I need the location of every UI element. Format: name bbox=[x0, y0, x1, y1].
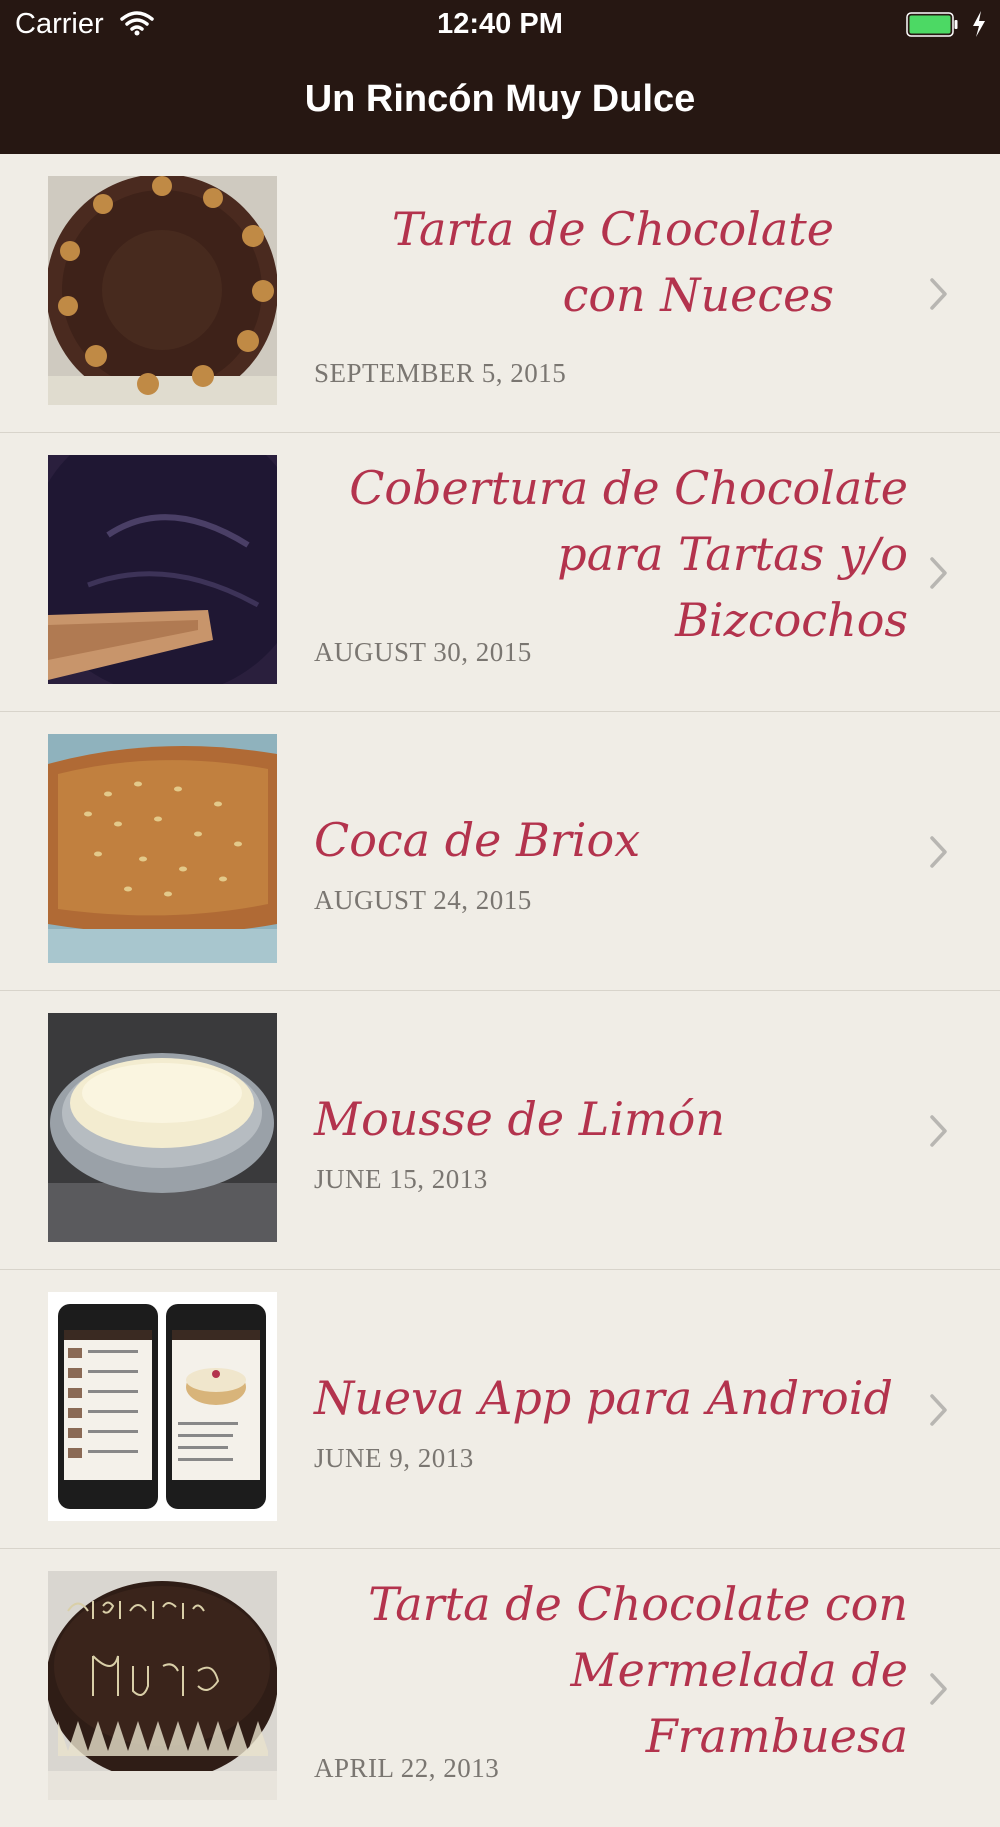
post-title: Tarta de Chocolate con Mermelada de Fram… bbox=[368, 1577, 908, 1763]
chevron-right-icon bbox=[930, 1115, 947, 1147]
post-date: JUNE 15, 2013 bbox=[314, 1164, 488, 1194]
post-date: AUGUST 30, 2015 bbox=[314, 637, 532, 667]
top-bar: Carrier 12:40 PM Un Rincón Muy Dulce bbox=[0, 0, 1000, 154]
list-item[interactable]: Cobertura de Chocolate para Tartas y/o B… bbox=[0, 433, 1000, 712]
list-item[interactable]: Coca de Briox AUGUST 24, 2015 bbox=[0, 712, 1000, 991]
post-date: APRIL 22, 2013 bbox=[314, 1753, 500, 1783]
post-thumbnail bbox=[48, 1013, 277, 1242]
post-thumbnail bbox=[48, 734, 277, 963]
post-thumbnail bbox=[48, 1292, 277, 1521]
post-title: Coca de Briox bbox=[314, 813, 641, 867]
post-title: Nueva App para Android bbox=[314, 1371, 893, 1425]
charging-bolt-icon bbox=[973, 11, 985, 37]
list-item[interactable]: Mousse de Limón JUNE 15, 2013 bbox=[0, 991, 1000, 1270]
status-time: 12:40 PM bbox=[437, 8, 563, 40]
chevron-right-icon bbox=[930, 557, 947, 589]
chevron-right-icon bbox=[930, 836, 947, 868]
post-date: JUNE 9, 2013 bbox=[314, 1443, 474, 1473]
chevron-right-icon bbox=[930, 1673, 947, 1705]
post-thumbnail bbox=[48, 1571, 277, 1800]
post-title: Cobertura de Chocolate para Tartas y/o B… bbox=[349, 461, 908, 647]
post-list[interactable]: Tarta de Chocolate con Nueces SEPTEMBER … bbox=[0, 154, 1000, 1827]
post-title: Tarta de Chocolate con Nueces bbox=[391, 202, 834, 322]
post-thumbnail bbox=[48, 176, 277, 405]
chevron-right-icon bbox=[930, 278, 947, 310]
list-item[interactable]: Tarta de Chocolate con Nueces SEPTEMBER … bbox=[0, 154, 1000, 433]
post-title: Mousse de Limón bbox=[314, 1092, 725, 1146]
nav-title: Un Rincón Muy Dulce bbox=[304, 78, 696, 120]
post-date: SEPTEMBER 5, 2015 bbox=[314, 358, 567, 388]
post-thumbnail bbox=[48, 455, 277, 684]
status-bar: Carrier 12:40 PM bbox=[0, 0, 1000, 50]
list-item[interactable]: Nueva App para Android JUNE 9, 2013 bbox=[0, 1270, 1000, 1549]
list-item[interactable]: Tarta de Chocolate con Mermelada de Fram… bbox=[0, 1549, 1000, 1827]
battery-icon bbox=[906, 12, 958, 37]
chevron-right-icon bbox=[930, 1394, 947, 1426]
post-date: AUGUST 24, 2015 bbox=[314, 885, 532, 915]
